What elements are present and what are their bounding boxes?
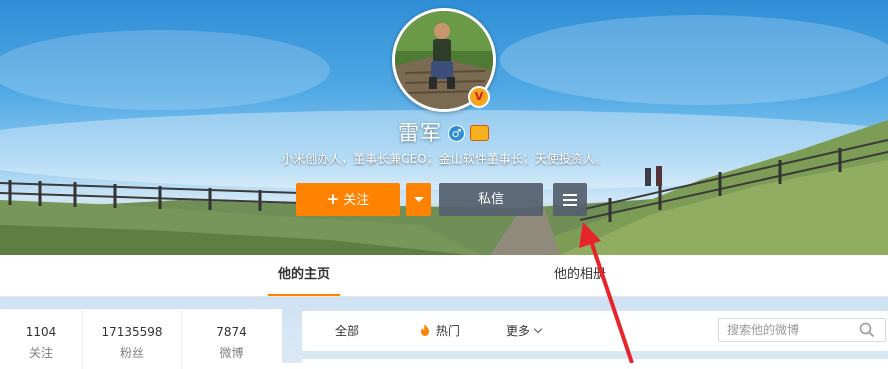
search-icon[interactable]: [859, 322, 875, 338]
chevron-down-icon: [533, 324, 543, 334]
profile-name: 雷军: [398, 121, 442, 145]
follow-button-label: 关注: [343, 193, 370, 208]
stat-value: 17135598: [101, 325, 163, 339]
stat-following[interactable]: 1104 关注: [0, 309, 82, 369]
feed-content-card: [302, 359, 888, 369]
feed-filter-hot[interactable]: 热门: [420, 311, 460, 351]
male-icon: ♂: [448, 125, 465, 142]
tab-home[interactable]: 他的主页: [268, 255, 340, 296]
profile-cover: V 雷军 ♂ 小米创办人，董事长兼CEO；金山软件董事长；天使投资人。 + 关注 …: [0, 0, 888, 255]
profile-bio: 小米创办人，董事长兼CEO；金山软件董事长；天使投资人。: [281, 152, 607, 166]
caret-down-icon: [413, 197, 424, 202]
stat-label: 关注: [28, 346, 53, 360]
stat-followers[interactable]: 17135598 粉丝: [82, 309, 182, 369]
profile-content-area: 1104 关注 17135598 粉丝 7874 微博 全部 热门 更多: [0, 297, 888, 369]
stat-value: 1104: [25, 325, 57, 339]
feed-filter-all[interactable]: 全部: [335, 311, 359, 351]
stats-card: 1104 关注 17135598 粉丝 7874 微博: [0, 309, 282, 369]
stat-posts[interactable]: 7874 微博: [181, 309, 282, 369]
stat-label: 微博: [219, 346, 244, 360]
level-badge-icon[interactable]: [470, 125, 489, 141]
plus-icon: +: [326, 190, 340, 208]
feed-filter-more-label: 更多: [506, 324, 531, 338]
message-button-label: 私信: [477, 192, 504, 207]
message-button[interactable]: 私信: [439, 183, 543, 216]
search-posts-input[interactable]: [727, 321, 857, 339]
menu-icon: [563, 194, 577, 209]
search-posts-box: [718, 318, 886, 342]
stat-label: 粉丝: [119, 346, 144, 360]
feed-filter-more[interactable]: 更多: [506, 311, 543, 351]
tab-photos[interactable]: 他的相册: [540, 255, 620, 296]
verified-badge-icon: V: [468, 86, 490, 108]
follow-button[interactable]: + 关注: [296, 183, 400, 216]
feed-filter-bar: 全部 热门 更多: [302, 311, 888, 351]
stat-value: 7874: [216, 325, 247, 339]
profile-tab-bar: 他的主页 他的相册: [0, 255, 888, 297]
more-menu-button[interactable]: [553, 183, 587, 216]
follow-group-dropdown-button[interactable]: [406, 183, 431, 216]
feed-filter-hot-label: 热门: [435, 324, 460, 338]
flame-icon: [420, 324, 434, 338]
